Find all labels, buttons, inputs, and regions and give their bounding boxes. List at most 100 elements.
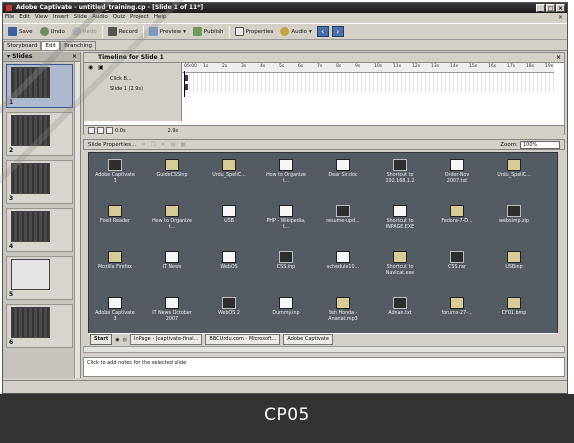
tab-edit[interactable]: Edit: [41, 41, 61, 50]
publish-button[interactable]: Publish: [191, 26, 226, 37]
taskbar-item-inpage[interactable]: InPage - [captivate-final...: [129, 334, 203, 345]
desktop-icon[interactable]: How to Organize t...: [264, 159, 308, 185]
save-button[interactable]: Save: [6, 26, 35, 37]
align-icon[interactable]: ▤: [170, 142, 175, 148]
desktop-icon[interactable]: websimp.zip: [492, 205, 536, 225]
desktop-icon[interactable]: Adnan.txt: [378, 297, 422, 317]
maximize-button[interactable]: □: [546, 4, 555, 12]
desktop-icon[interactable]: Urdu_SpellC...: [207, 159, 251, 179]
slide-thumbnail[interactable]: 2: [6, 112, 73, 156]
timeline-row-click-box[interactable]: Click B...: [110, 75, 132, 84]
desktop-icon[interactable]: IT News October 2007: [150, 297, 194, 323]
desktop-icon[interactable]: schedule10...: [321, 251, 365, 271]
desktop-icon[interactable]: IT News: [150, 251, 194, 271]
desktop-icon[interactable]: Mozilla Firefox: [93, 251, 137, 271]
desktop-icon[interactable]: Adobe Captivate 3: [93, 159, 137, 185]
group-icon[interactable]: ▦: [181, 142, 186, 148]
undo-button[interactable]: Undo: [38, 26, 67, 37]
start-button[interactable]: Start: [90, 334, 113, 345]
desktop-icon[interactable]: PHP - Wikipedia, t...: [264, 205, 308, 231]
desktop-icon[interactable]: USBinp: [492, 251, 536, 271]
desktop-icon[interactable]: Shortcut to INPAGE.EXE: [378, 205, 422, 231]
slide-thumbnail[interactable]: 3: [6, 160, 73, 204]
close-icon[interactable]: ×: [72, 52, 77, 62]
forward-button[interactable]: [106, 127, 113, 134]
taskbar-item-browser[interactable]: BBCUrdu.com - Microsoft...: [205, 334, 281, 345]
slide-thumbnail[interactable]: 1: [6, 64, 73, 108]
record-button[interactable]: Record: [106, 26, 140, 37]
menu-view[interactable]: View: [35, 13, 48, 22]
menu-edit[interactable]: Edit: [19, 13, 30, 22]
cut-icon[interactable]: ✂: [141, 142, 146, 148]
taskbar-item-captivate[interactable]: Adobe Captivate: [283, 334, 333, 345]
desktop-icon-label: WebOS 2: [218, 311, 240, 316]
desktop-icon[interactable]: Dummy.inp: [264, 297, 308, 317]
play-button[interactable]: [97, 127, 104, 134]
properties-button[interactable]: Properties: [233, 26, 276, 37]
menu-audio[interactable]: Audio: [92, 13, 108, 22]
back-arrow-icon[interactable]: ‹: [316, 26, 329, 37]
tab-storyboard[interactable]: Storyboard: [3, 41, 42, 50]
desktop-icon[interactable]: WebOS 2: [207, 297, 251, 317]
close-icon[interactable]: ×: [556, 53, 561, 63]
zoom-select[interactable]: 100%: [520, 141, 560, 149]
minimize-button[interactable]: _: [536, 4, 545, 12]
desktop-icon[interactable]: How to Organize t...: [150, 205, 194, 231]
menu-slide[interactable]: Slide: [74, 13, 87, 22]
desktop-icon[interactable]: Yeh Honda - Ananat.mp3: [321, 297, 365, 323]
desktop-icon[interactable]: WebOS: [207, 251, 251, 271]
slide-notes-field[interactable]: Click to add notes for the selected slid…: [83, 357, 565, 377]
close-document-icon[interactable]: ×: [558, 13, 563, 22]
desktop-icon[interactable]: GuideCSSInp: [150, 159, 194, 179]
undo-arrow-icon: [39, 27, 49, 36]
desktop-icon[interactable]: Fedora-7-D...: [435, 205, 479, 225]
desktop-icon[interactable]: USB: [207, 205, 251, 225]
copy-icon[interactable]: ❐: [151, 142, 156, 148]
audio-button[interactable]: Audio ▾: [278, 26, 313, 37]
lock-icon[interactable]: ▣: [98, 64, 104, 71]
slide-thumbnail[interactable]: 6: [6, 304, 73, 348]
desktop-icon[interactable]: resume-upd...: [321, 205, 365, 225]
desktop-icon[interactable]: CSS.rar: [435, 251, 479, 271]
desktop-icon[interactable]: CF01.bmp: [492, 297, 536, 317]
title-bar[interactable]: Adobe Captivate - untitled_training.cp -…: [3, 3, 567, 13]
forward-arrow-icon[interactable]: ›: [331, 26, 344, 37]
quicklaunch-icon[interactable]: ◎: [123, 337, 127, 343]
menu-file[interactable]: File: [5, 13, 14, 22]
redo-button[interactable]: Redo: [70, 26, 99, 37]
slide-thumbnail[interactable]: 5: [6, 256, 73, 300]
slides-scrollbar[interactable]: [74, 62, 80, 378]
desktop-icon[interactable]: Adobe Captivate 3: [93, 297, 137, 323]
eye-icon[interactable]: ◉: [88, 64, 93, 71]
desktop-icon[interactable]: Shortcut to Navicat.exe: [378, 251, 422, 277]
desktop-icon[interactable]: CSS.inp: [264, 251, 308, 271]
slides-panel-header: ▾ Slides ×: [3, 52, 80, 62]
quicklaunch-icon[interactable]: ◉: [115, 337, 119, 343]
close-button[interactable]: ×: [556, 4, 565, 12]
stage-horizontal-scrollbar[interactable]: [83, 346, 565, 353]
save-label: Save: [19, 28, 33, 35]
slide-thumbnail[interactable]: 4: [6, 208, 73, 252]
delete-icon[interactable]: ✕: [161, 142, 166, 148]
slide-properties-button[interactable]: Slide Properties...: [88, 142, 136, 148]
rewind-button[interactable]: [88, 127, 95, 134]
menu-insert[interactable]: Insert: [53, 13, 69, 22]
chevron-down-icon[interactable]: ▾: [183, 29, 186, 35]
desktop-icon[interactable]: forums-27-...: [435, 297, 479, 317]
desktop-icon[interactable]: Foxit Reader: [93, 205, 137, 225]
desktop-icon[interactable]: Dear Sir.doc: [321, 159, 365, 179]
slide-stage[interactable]: Adobe Captivate 3 GuideCSSInp Urdu_SpellC.…: [88, 152, 558, 345]
timeline-row-slide[interactable]: Slide 1 (2.9s): [110, 85, 143, 94]
desktop-icon[interactable]: Urdu_SpellC...: [492, 159, 536, 179]
desktop-icon[interactable]: Shortcut to 192.168.1.2: [378, 159, 422, 185]
timeline-grid[interactable]: [182, 73, 554, 93]
desktop-icon[interactable]: Order-Nov 2007.txt: [435, 159, 479, 185]
menu-project[interactable]: Project: [130, 13, 149, 22]
menu-help[interactable]: Help: [154, 13, 167, 22]
tab-branching[interactable]: Branching: [60, 41, 96, 50]
menu-quiz[interactable]: Quiz: [113, 13, 125, 22]
ruler-tick-label: 6s: [298, 64, 304, 69]
chevron-down-icon[interactable]: ▾: [309, 29, 312, 35]
preview-button[interactable]: Preview ▾: [147, 26, 188, 37]
timeline-playhead[interactable]: [184, 71, 185, 97]
